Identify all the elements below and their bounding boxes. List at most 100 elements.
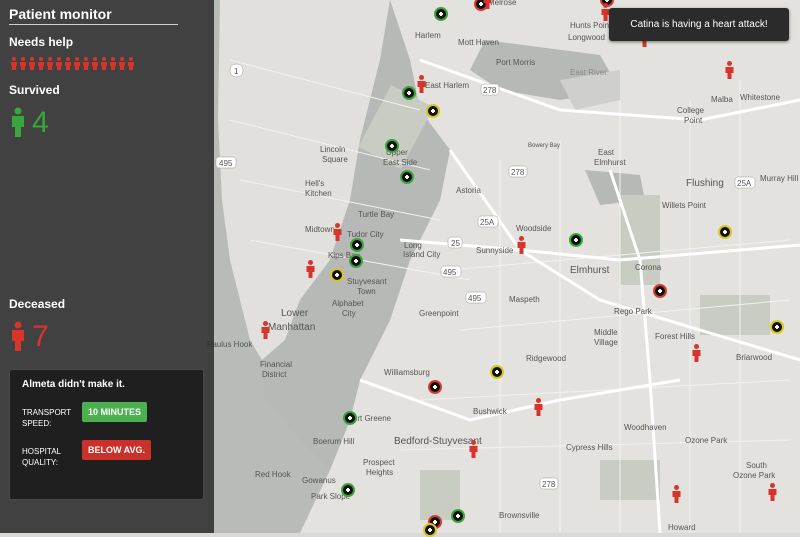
svg-text:Malba: Malba xyxy=(711,95,733,104)
patient-person-icon[interactable] xyxy=(261,321,270,339)
svg-text:Town: Town xyxy=(357,287,376,296)
waiting-person-icon xyxy=(119,57,125,70)
patient-person-icon[interactable] xyxy=(469,440,478,458)
patient-person-icon[interactable] xyxy=(768,483,777,501)
svg-text:Willets Point: Willets Point xyxy=(662,201,707,210)
waiting-person-icon xyxy=(11,57,17,70)
plus-icon[interactable] xyxy=(490,365,504,379)
svg-text:Melrose: Melrose xyxy=(488,0,517,7)
svg-text:City: City xyxy=(342,309,356,318)
svg-text:25: 25 xyxy=(451,239,460,248)
svg-text:East Harlem: East Harlem xyxy=(425,81,469,90)
svg-text:Lower: Lower xyxy=(281,308,309,319)
svg-text:Bushwick: Bushwick xyxy=(473,407,508,416)
svg-text:Astoria: Astoria xyxy=(456,186,481,195)
svg-text:Sunnyside: Sunnyside xyxy=(476,246,514,255)
transport-speed-badge: 10 MINUTES xyxy=(82,402,148,422)
svg-text:East: East xyxy=(598,148,615,157)
waiting-person-icon xyxy=(83,57,89,70)
svg-text:1: 1 xyxy=(234,67,239,76)
svg-text:25A: 25A xyxy=(480,218,495,227)
person-icon xyxy=(12,321,24,351)
plus-icon[interactable] xyxy=(451,509,465,523)
panel-title: Patient monitor xyxy=(9,6,112,22)
svg-text:Brownsville: Brownsville xyxy=(499,511,540,520)
survived-label: Survived xyxy=(9,83,60,97)
waiting-person-icon xyxy=(92,57,98,70)
patient-person-icon[interactable] xyxy=(306,260,315,278)
patient-person-icon[interactable] xyxy=(483,0,492,9)
outcome-message: Almeta didn't make it. xyxy=(22,379,125,390)
patient-person-icon[interactable] xyxy=(333,223,342,241)
svg-text:Gowanus: Gowanus xyxy=(302,476,336,485)
plus-icon[interactable] xyxy=(770,320,784,334)
waiting-person-icon xyxy=(110,57,116,70)
waiting-person-icon xyxy=(20,57,26,70)
patient-person-icon[interactable] xyxy=(672,485,681,503)
waiting-person-icon xyxy=(47,57,53,70)
plus-icon[interactable] xyxy=(434,7,448,21)
plus-icon[interactable] xyxy=(402,86,416,100)
svg-text:Long: Long xyxy=(404,241,422,250)
svg-text:Corona: Corona xyxy=(635,263,662,272)
patient-person-icon[interactable] xyxy=(517,236,526,254)
plus-icon[interactable] xyxy=(428,380,442,394)
waiting-patients-row xyxy=(10,57,135,70)
svg-text:Financial: Financial xyxy=(260,360,292,369)
svg-text:25A: 25A xyxy=(737,179,752,188)
plus-icon[interactable] xyxy=(718,225,732,239)
svg-text:495: 495 xyxy=(219,159,233,168)
plus-icon[interactable] xyxy=(423,523,437,537)
patient-person-icon[interactable] xyxy=(417,75,426,93)
patient-person-icon[interactable] xyxy=(692,344,701,362)
plus-icon[interactable] xyxy=(350,238,364,252)
svg-text:Ridgewood: Ridgewood xyxy=(526,354,566,363)
alert-toast[interactable]: Catina is having a heart attack! xyxy=(609,8,789,41)
plus-icon[interactable] xyxy=(426,104,440,118)
svg-text:Longwood: Longwood xyxy=(568,33,605,42)
svg-text:Island City: Island City xyxy=(403,250,440,259)
svg-text:Ozone Park: Ozone Park xyxy=(685,436,728,445)
plus-icon[interactable] xyxy=(385,139,399,153)
svg-text:Howard: Howard xyxy=(668,523,696,532)
svg-text:Midtown: Midtown xyxy=(305,225,335,234)
svg-text:Alphabet: Alphabet xyxy=(332,299,364,308)
svg-text:College: College xyxy=(677,106,705,115)
plus-icon[interactable] xyxy=(349,254,363,268)
plus-icon[interactable] xyxy=(569,233,583,247)
svg-text:East Side: East Side xyxy=(383,158,418,167)
svg-text:Harlem: Harlem xyxy=(415,31,441,40)
svg-text:Red Hook: Red Hook xyxy=(255,470,292,479)
svg-text:Bowery Bay: Bowery Bay xyxy=(528,143,560,149)
svg-text:Elmhurst: Elmhurst xyxy=(570,265,610,276)
outcome-panel: Almeta didn't make it. TRANSPORT SPEED: … xyxy=(9,369,204,500)
title-divider xyxy=(9,24,178,25)
svg-text:Prospect: Prospect xyxy=(363,458,395,467)
svg-text:Maspeth: Maspeth xyxy=(509,295,540,304)
patient-person-icon[interactable] xyxy=(725,61,734,79)
person-icon xyxy=(12,107,24,137)
svg-text:Rego Park: Rego Park xyxy=(614,307,653,316)
plus-icon[interactable] xyxy=(653,284,667,298)
plus-icon[interactable] xyxy=(341,483,355,497)
waiting-person-icon xyxy=(65,57,71,70)
svg-text:Forest Hills: Forest Hills xyxy=(655,332,695,341)
waiting-person-icon xyxy=(128,57,134,70)
svg-text:Cypress Hills: Cypress Hills xyxy=(566,443,613,452)
plus-icon[interactable] xyxy=(330,268,344,282)
svg-text:Kitchen: Kitchen xyxy=(305,189,332,198)
svg-text:Briarwood: Briarwood xyxy=(736,353,772,362)
svg-text:Woodhaven: Woodhaven xyxy=(624,423,667,432)
plus-icon[interactable] xyxy=(400,170,414,184)
deceased-count: 7 xyxy=(32,320,49,353)
svg-text:Murray Hill: Murray Hill xyxy=(760,174,798,183)
svg-text:Elmhurst: Elmhurst xyxy=(594,158,626,167)
survived-count: 4 xyxy=(32,106,49,139)
svg-text:Point: Point xyxy=(684,116,703,125)
svg-text:Middle: Middle xyxy=(594,328,618,337)
svg-text:Port Morris: Port Morris xyxy=(496,58,535,67)
svg-text:Williamsburg: Williamsburg xyxy=(384,368,430,377)
patient-person-icon[interactable] xyxy=(534,398,543,416)
plus-icon[interactable] xyxy=(343,411,357,425)
svg-text:Hunts Point: Hunts Point xyxy=(570,21,612,30)
